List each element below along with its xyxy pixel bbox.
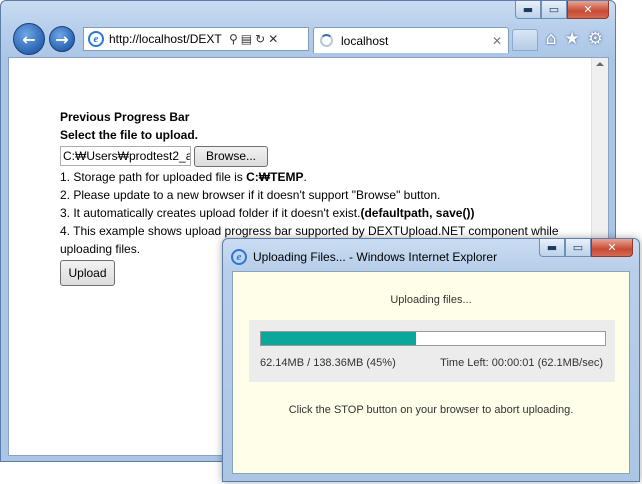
popup-title-bar: e Uploading Files... - Windows Internet …: [231, 249, 497, 265]
favorites-star-icon[interactable]: ★: [565, 29, 580, 49]
forward-button[interactable]: →: [49, 26, 75, 52]
upload-button[interactable]: Upload: [60, 260, 115, 286]
back-button[interactable]: ←: [13, 23, 45, 55]
address-bar-icons: ⚲ ▤ ↻ ✕: [229, 32, 278, 46]
stop-icon[interactable]: ✕: [268, 32, 278, 46]
note-3: 3. It automatically creates upload folde…: [60, 204, 600, 222]
home-icon[interactable]: ⌂: [546, 29, 557, 49]
file-select-row: C:₩Users₩prodtest2_adr Browse...: [60, 145, 600, 167]
popup-close-button[interactable]: ✕: [591, 239, 633, 257]
new-tab-button[interactable]: [512, 29, 538, 51]
address-url[interactable]: http://localhost/DEXT: [109, 32, 227, 46]
progress-bar: [260, 331, 606, 346]
note-1-text: 1. Storage path for uploaded file is: [60, 170, 247, 184]
progress-panel: 62.14MB / 138.36MB (45%) Time Left: 00:0…: [249, 320, 615, 382]
progress-fill: [261, 332, 416, 345]
note-1-path: C:₩TEMP: [246, 170, 304, 184]
scroll-up-arrow-icon[interactable]: [596, 62, 604, 66]
popup-maximize-button[interactable]: ▭: [565, 239, 591, 257]
note-1: 1. Storage path for uploaded file is C:₩…: [60, 168, 600, 186]
search-icon[interactable]: ⚲: [229, 32, 238, 46]
file-path-input[interactable]: C:₩Users₩prodtest2_adr: [60, 146, 191, 166]
popup-content: Uploading files... 62.14MB / 138.36MB (4…: [232, 271, 630, 474]
address-bar[interactable]: e http://localhost/DEXT ⚲ ▤ ↻ ✕: [83, 27, 309, 51]
minimize-button[interactable]: ▬: [515, 1, 541, 19]
tools-gear-icon[interactable]: ⚙: [588, 29, 603, 49]
page-heading: Previous Progress Bar: [60, 110, 190, 124]
note-1-end: .: [303, 170, 307, 184]
forward-icon: →: [55, 29, 69, 49]
tab-title: localhost: [341, 33, 389, 48]
back-icon: ←: [22, 29, 36, 49]
loading-spinner-icon: [320, 34, 333, 47]
note-2: 2. Please update to a new browser if it …: [60, 188, 441, 202]
upload-status: Uploading files...: [390, 294, 472, 306]
browse-button[interactable]: Browse...: [194, 145, 268, 167]
popup-caption-buttons: ▬ ▭ ✕: [539, 239, 633, 257]
navigation-bar: ← → e http://localhost/DEXT ⚲ ▤ ↻ ✕ loca…: [9, 23, 607, 55]
refresh-icon[interactable]: ↻: [255, 32, 265, 46]
note-3-code: (defaultpath, save()): [360, 206, 475, 220]
progress-size-text: 62.14MB / 138.36MB (45%): [260, 357, 396, 369]
window-caption-buttons: ▬ ▭ ✕: [515, 1, 609, 21]
toolbar-icons: ⌂ ★ ⚙: [546, 29, 603, 49]
tab-localhost[interactable]: localhost ✕: [313, 27, 509, 53]
maximize-button[interactable]: ▭: [541, 1, 567, 19]
upload-progress-popup: e Uploading Files... - Windows Internet …: [222, 238, 640, 482]
note-3-text: 3. It automatically creates upload folde…: [60, 206, 361, 220]
page-subheading: Select the file to upload.: [60, 128, 199, 142]
popup-minimize-button[interactable]: ▬: [539, 239, 565, 257]
progress-time-text: Time Left: 00:00:01 (62.1MB/sec): [440, 357, 603, 369]
tab-close-icon[interactable]: ✕: [492, 34, 502, 48]
stop-instruction: Click the STOP button on your browser to…: [288, 404, 574, 416]
close-button[interactable]: ✕: [567, 1, 609, 19]
compat-view-icon[interactable]: ▤: [241, 32, 252, 46]
popup-title: Uploading Files... - Windows Internet Ex…: [253, 250, 498, 264]
ie-logo-icon: e: [231, 249, 247, 265]
ie-logo-icon: e: [88, 31, 104, 47]
